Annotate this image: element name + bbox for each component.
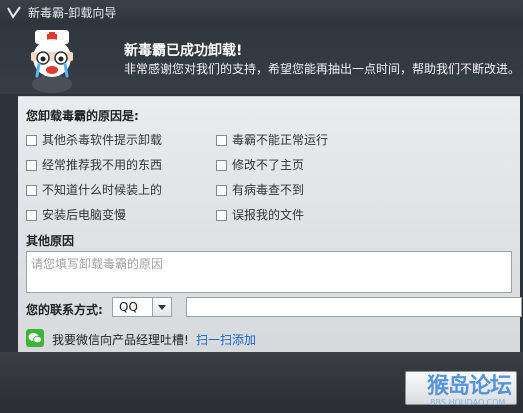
checkbox-icon[interactable] (216, 135, 227, 146)
checkbox-icon[interactable] (216, 185, 227, 196)
duba-logo-icon (7, 6, 21, 19)
reason-checkbox-false-positive[interactable]: 误报我的文件 (216, 206, 304, 222)
mascot-crying-icon (31, 30, 73, 93)
checkbox-icon[interactable] (26, 210, 37, 221)
wechat-text: 我要微信向产品经理吐槽! (52, 333, 189, 347)
reason-checkbox-unknown-install[interactable]: 不知道什么时候装上的 (26, 181, 162, 197)
header: 新毒霸已成功卸载! 非常感谢您对我们的支持，希望您能再抽出一点时间，帮助我们不断… (0, 24, 523, 94)
window-title: 新毒霸-卸载向导 (28, 6, 117, 20)
submit-button[interactable] (405, 371, 517, 405)
checkbox-icon[interactable] (26, 160, 37, 171)
reason-checkbox-homepage[interactable]: 修改不了主页 (216, 156, 304, 172)
checkbox-icon[interactable] (26, 135, 37, 146)
checkbox-icon[interactable] (26, 185, 37, 196)
contact-type-value: QQ (119, 300, 138, 314)
reason-checkbox-not-working[interactable]: 毒霸不能正常运行 (216, 131, 328, 147)
other-reason-textarea[interactable]: 请您填写卸载毒霸的原因 (26, 251, 512, 293)
reason-checkbox-unwanted-recommend[interactable]: 经常推荐我不用的东西 (26, 156, 162, 172)
reasons-title: 您卸载毒霸的原因是: (26, 109, 139, 123)
contact-input[interactable] (186, 297, 522, 317)
reason-checkbox-slow-pc[interactable]: 安装后电脑变慢 (26, 206, 126, 222)
wechat-icon (26, 329, 44, 347)
checkbox-icon[interactable] (216, 160, 227, 171)
reason-checkbox-virus-missed[interactable]: 有病毒查不到 (216, 181, 304, 197)
thanks-message: 非常感谢您对我们的支持，希望您能再抽出一点时间，帮助我们不断改进。 (124, 62, 521, 76)
wechat-scan-link[interactable]: 扫一扫添加 (196, 331, 256, 348)
checkbox-icon[interactable] (216, 210, 227, 221)
chevron-down-icon[interactable] (152, 298, 171, 316)
feedback-panel: 您卸载毒霸的原因是: 其他杀毒软件提示卸载 经常推荐我不用的东西 不知道什么时候… (18, 96, 522, 353)
reason-checkbox-other-av[interactable]: 其他杀毒软件提示卸载 (26, 131, 162, 147)
contact-type-select[interactable]: QQ (112, 297, 172, 317)
title-bar: 新毒霸-卸载向导 (0, 0, 523, 24)
contact-label: 您的联系方式: (26, 303, 103, 317)
other-reason-title: 其他原因 (26, 234, 75, 248)
uninstall-success-heading: 新毒霸已成功卸载! (124, 43, 243, 59)
